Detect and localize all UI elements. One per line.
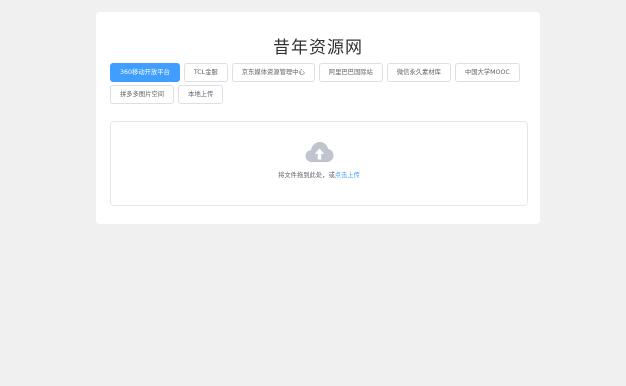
tab-china-mooc[interactable]: 中国大学MOOC — [454, 63, 520, 82]
upload-card: 昔年资源网 360移动开放平台 TCL金服 京东媒体资源管理中心 阿里巴巴国际站… — [96, 12, 540, 224]
click-upload-link[interactable]: 点击上传 — [335, 172, 360, 179]
tab-wechat-materials[interactable]: 微信永久素材库 — [386, 63, 451, 82]
source-tabs: 360移动开放平台 TCL金服 京东媒体资源管理中心 阿里巴巴国际站 微信永久素… — [110, 63, 530, 104]
tab-tcl-finance[interactable]: TCL金服 — [183, 63, 228, 82]
page-title: 昔年资源网 — [273, 38, 363, 58]
upload-dropzone[interactable]: 将文件拖到此处，或点击上传 — [110, 121, 528, 206]
tab-alibaba-international[interactable]: 阿里巴巴国际站 — [318, 63, 383, 82]
upload-hint-text: 将文件拖到此处，或 — [278, 172, 335, 179]
tab-pinduoduo-images[interactable]: 拼多多图片空间 — [110, 85, 175, 104]
cloud-upload-icon — [305, 142, 334, 162]
tab-local-upload[interactable]: 本地上传 — [178, 85, 224, 104]
tab-jd-media[interactable]: 京东媒体资源管理中心 — [231, 63, 315, 82]
tab-360-open-platform[interactable]: 360移动开放平台 — [110, 63, 180, 82]
upload-hint: 将文件拖到此处，或点击上传 — [111, 171, 527, 181]
